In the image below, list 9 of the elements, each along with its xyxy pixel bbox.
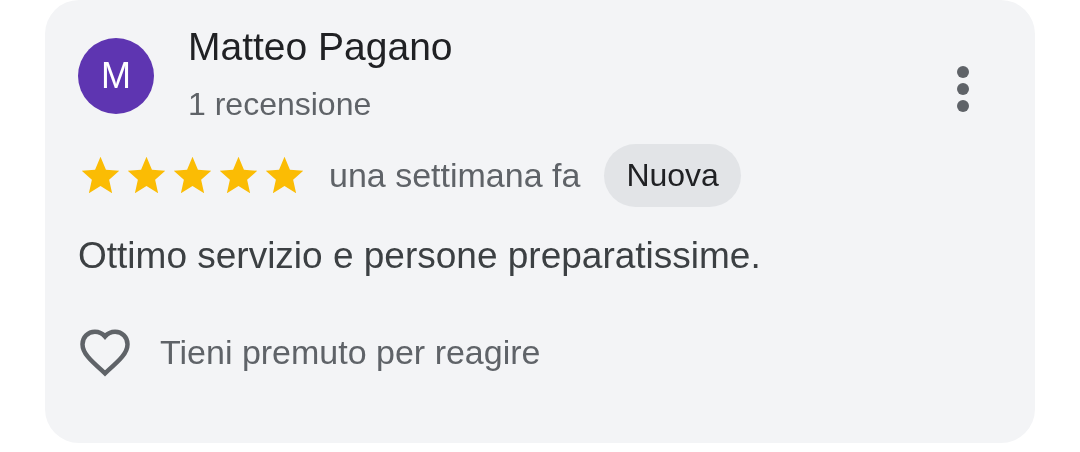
more-options-icon[interactable] <box>955 65 971 113</box>
heart-icon[interactable] <box>78 327 132 377</box>
review-count: 1 recensione <box>188 85 372 124</box>
new-badge: Nuova <box>604 144 741 207</box>
reaction-hint: Tieni premuto per reagire <box>160 332 541 372</box>
author-name[interactable]: Matteo Pagano <box>188 22 453 72</box>
review-text: Ottimo servizio e persone preparatissime. <box>78 235 762 277</box>
avatar: M <box>78 38 154 114</box>
review-time: una settimana fa <box>329 156 581 195</box>
